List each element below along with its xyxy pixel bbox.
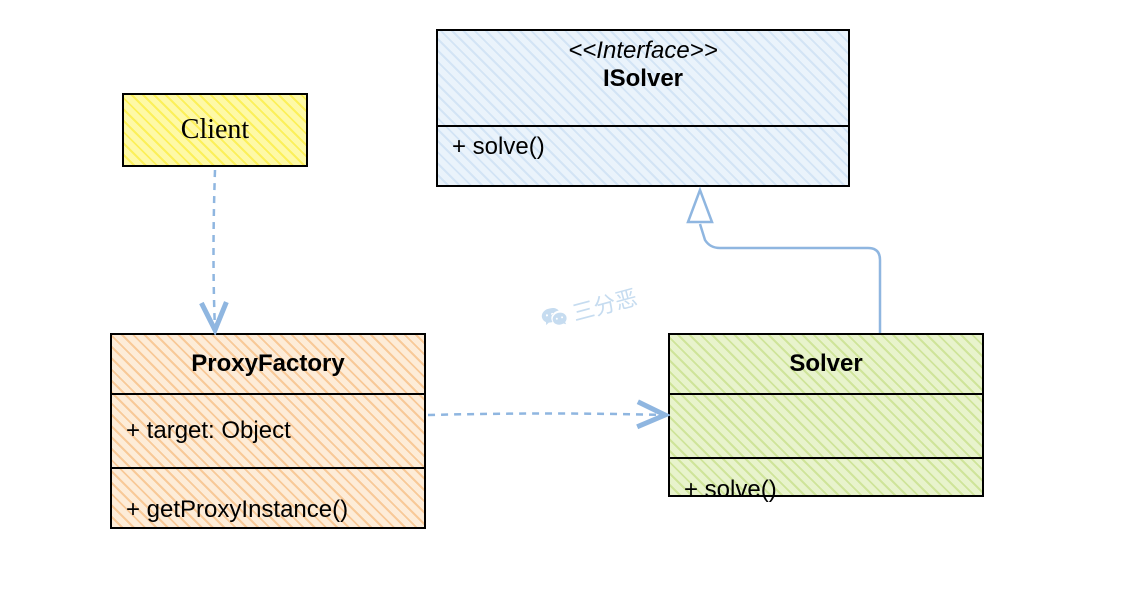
proxyfactory-method: + getProxyInstance() [126,496,348,524]
edge-client-to-proxyfactory [214,170,216,330]
client-box: Client [122,93,308,167]
arrowhead-realization-icon [688,190,712,222]
proxyfactory-attr-row: + target: Object [112,393,424,467]
solver-name: Solver [789,350,862,378]
proxyfactory-attr: + target: Object [126,417,291,445]
solver-method: + solve() [684,476,777,504]
isolver-method: + solve() [452,133,545,161]
wechat-icon [538,301,570,333]
isolver-method-row: + solve() [438,125,848,167]
edge-proxyfactory-to-solver [428,414,665,416]
watermark: 三分恶 [538,280,641,336]
isolver-stereotype: <<Interface>> [452,37,834,65]
proxyfactory-name: ProxyFactory [191,350,344,378]
solver-box: Solver + solve() [668,333,984,497]
proxyfactory-box: ProxyFactory + target: Object + getProxy… [110,333,426,529]
solver-method-row: + solve() [670,457,982,521]
solver-empty-row [670,393,982,457]
client-label: Client [181,114,249,146]
proxyfactory-method-row: + getProxyInstance() [112,467,424,551]
isolver-name: ISolver [452,65,834,93]
edge-solver-to-isolver [700,224,880,333]
watermark-text: 三分恶 [568,280,640,328]
isolver-box: <<Interface>> ISolver + solve() [436,29,850,187]
